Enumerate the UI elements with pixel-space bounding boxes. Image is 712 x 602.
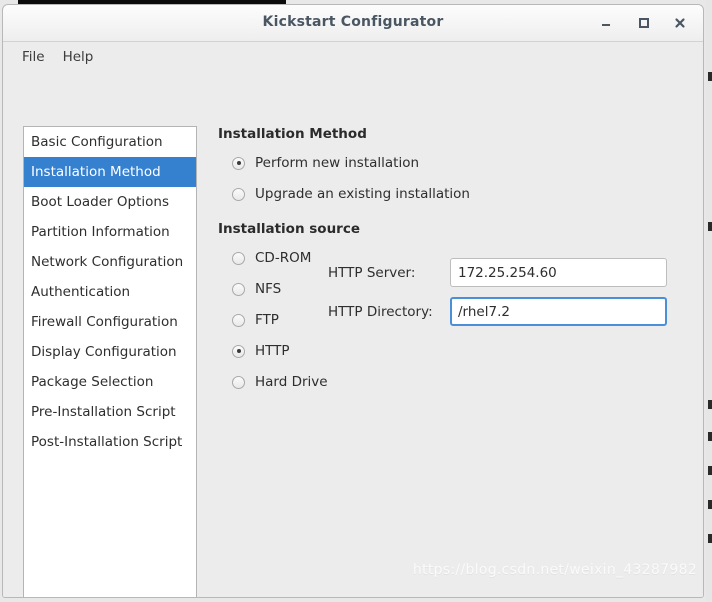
settings-panel: Installation Method Perform new installa… [218, 126, 695, 597]
http-server-row: HTTP Server: [328, 258, 667, 287]
desktop-background-edge [706, 0, 712, 602]
window-content: Basic Configuration Installation Method … [3, 72, 703, 597]
maximize-icon[interactable] [633, 13, 655, 33]
radio-hard-drive[interactable]: Hard Drive [232, 374, 328, 390]
http-directory-input[interactable] [450, 297, 667, 326]
radio-perform-new-installation[interactable]: Perform new installation [232, 155, 419, 171]
menu-item-help[interactable]: Help [54, 46, 103, 68]
background-edge-mark [708, 222, 712, 231]
background-edge-mark [708, 534, 712, 543]
installation-source-heading: Installation source [218, 221, 361, 237]
radio-button-icon[interactable] [232, 282, 245, 296]
http-directory-label: HTTP Directory: [328, 303, 433, 320]
radio-nfs[interactable]: NFS [232, 281, 281, 297]
sidebar-item-firewall-configuration[interactable]: Firewall Configuration [24, 307, 196, 337]
radio-upgrade-existing-installation[interactable]: Upgrade an existing installation [232, 186, 470, 202]
http-server-input[interactable] [450, 258, 667, 287]
title-bar[interactable]: Kickstart Configurator [3, 5, 703, 42]
radio-http[interactable]: HTTP [232, 343, 290, 359]
radio-button-icon[interactable] [232, 313, 245, 327]
radio-label: CD-ROM [255, 250, 312, 266]
sidebar-item-boot-loader-options[interactable]: Boot Loader Options [24, 187, 196, 217]
sidebar-item-post-installation-script[interactable]: Post-Installation Script [24, 427, 196, 457]
background-edge-mark [708, 432, 712, 441]
radio-label: HTTP [255, 343, 290, 359]
sidebar-item-basic-configuration[interactable]: Basic Configuration [24, 127, 196, 157]
sidebar-item-network-configuration[interactable]: Network Configuration [24, 247, 196, 277]
radio-button-icon[interactable] [232, 344, 245, 358]
radio-button-icon[interactable] [232, 156, 245, 170]
sidebar-item-authentication[interactable]: Authentication [24, 277, 196, 307]
radio-button-icon[interactable] [232, 375, 245, 389]
background-edge-mark [708, 466, 712, 475]
radio-label: Upgrade an existing installation [255, 186, 470, 202]
watermark-text: https://blog.csdn.net/weixin_43287982 [412, 562, 697, 578]
sidebar-item-installation-method[interactable]: Installation Method [24, 157, 196, 187]
radio-label: Hard Drive [255, 374, 328, 390]
section-list[interactable]: Basic Configuration Installation Method … [23, 126, 197, 597]
radio-label: Perform new installation [255, 155, 420, 171]
sidebar-item-display-configuration[interactable]: Display Configuration [24, 337, 196, 367]
background-edge-mark [708, 72, 712, 81]
radio-button-icon[interactable] [232, 251, 245, 265]
radio-button-icon[interactable] [232, 187, 245, 201]
application-window: Kickstart Configurator File Help Basic C… [2, 4, 704, 598]
sidebar-item-partition-information[interactable]: Partition Information [24, 217, 196, 247]
sidebar-item-pre-installation-script[interactable]: Pre-Installation Script [24, 397, 196, 427]
radio-label: NFS [255, 281, 282, 297]
close-icon[interactable] [669, 13, 691, 33]
http-directory-row: HTTP Directory: [328, 297, 667, 326]
radio-label: FTP [255, 312, 279, 328]
installation-method-heading: Installation Method [218, 126, 367, 142]
radio-ftp[interactable]: FTP [232, 312, 279, 328]
http-server-label: HTTP Server: [328, 264, 416, 281]
radio-cdrom[interactable]: CD-ROM [232, 250, 311, 266]
background-edge-mark [708, 400, 712, 409]
sidebar-item-package-selection[interactable]: Package Selection [24, 367, 196, 397]
menu-bar: File Help [3, 42, 703, 72]
background-edge-mark [708, 500, 712, 509]
minimize-icon[interactable] [595, 13, 617, 33]
menu-item-file[interactable]: File [13, 46, 54, 68]
